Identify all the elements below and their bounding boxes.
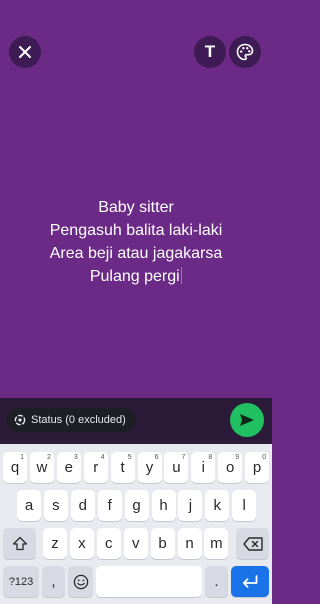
backspace-key[interactable]: [236, 528, 269, 559]
key-z[interactable]: z: [43, 528, 67, 559]
key-label: t: [120, 459, 125, 476]
key-u[interactable]: u7: [164, 452, 189, 483]
key-label: e: [64, 459, 73, 476]
key-s[interactable]: s: [43, 490, 68, 521]
key-label: q: [10, 459, 20, 476]
emoji-icon: [73, 574, 88, 589]
key-e[interactable]: e3: [56, 452, 81, 483]
key-label: o: [226, 459, 235, 476]
symbols-key-label: ?123: [8, 575, 34, 588]
backspace-icon: [242, 536, 263, 551]
key-a[interactable]: a: [17, 490, 41, 521]
key-label: p: [252, 459, 262, 476]
status-chip-label: Status (0 excluded): [31, 414, 126, 426]
key-label: y: [145, 459, 154, 476]
send-icon: [240, 414, 254, 426]
space-key[interactable]: [96, 566, 202, 597]
comma-key[interactable]: ,: [42, 566, 65, 597]
key-p[interactable]: p0: [245, 452, 270, 483]
key-hint-number: 1: [20, 454, 24, 461]
status-text-line: Baby sitter: [98, 199, 174, 216]
enter-key[interactable]: [231, 566, 269, 597]
status-privacy-chip[interactable]: Status (0 excluded): [6, 408, 136, 432]
key-b[interactable]: b: [150, 528, 175, 559]
close-icon: [19, 46, 31, 58]
key-v[interactable]: v: [123, 528, 148, 559]
emoji-key[interactable]: [68, 566, 93, 597]
key-hint-number: 7: [181, 454, 186, 461]
key-r[interactable]: r4: [83, 452, 108, 483]
status-canvas[interactable]: T Baby sitter Pengasuh balita laki-laki …: [0, 0, 272, 398]
status-text-line: Pulang pergi: [89, 268, 180, 285]
symbols-key[interactable]: ?123: [3, 566, 39, 597]
shift-key[interactable]: [3, 528, 36, 559]
key-hint-number: 2: [46, 454, 51, 461]
key-o[interactable]: o9: [218, 452, 243, 483]
key-f[interactable]: f: [97, 490, 122, 521]
key-hint-number: 5: [127, 454, 132, 461]
key-k[interactable]: k: [205, 490, 230, 521]
key-l[interactable]: l: [232, 490, 257, 521]
key-j[interactable]: j: [178, 490, 203, 521]
keyboard: q1w2e3r4t5y6u7i8o9p0 asdfghjkl zxcvbnm ?…: [0, 444, 272, 604]
shift-icon: [12, 536, 27, 551]
key-hint-number: 9: [235, 454, 240, 461]
key-g[interactable]: g: [124, 490, 149, 521]
enter-icon: [242, 574, 258, 588]
key-c[interactable]: c: [96, 528, 121, 559]
key-m[interactable]: m: [204, 528, 229, 559]
key-label: w: [36, 459, 48, 476]
palette-icon: [236, 43, 254, 61]
key-y[interactable]: y6: [137, 452, 162, 483]
status-text[interactable]: Baby sitter Pengasuh balita laki-laki Ar…: [0, 196, 272, 288]
text-caret: [180, 267, 183, 284]
text-tool-button[interactable]: T: [194, 36, 226, 68]
key-label: r: [93, 459, 99, 476]
period-key[interactable]: .: [205, 566, 228, 597]
key-q[interactable]: q1: [3, 452, 27, 483]
send-button[interactable]: [230, 403, 264, 437]
key-i[interactable]: i8: [191, 452, 216, 483]
comma-key-label: ,: [51, 573, 56, 590]
status-text-line: Area beji atau jagakarsa: [49, 245, 223, 262]
close-button[interactable]: [9, 36, 41, 68]
key-label: u: [172, 459, 181, 476]
key-label: i: [201, 459, 205, 476]
text-tool-label: T: [204, 42, 216, 61]
key-hint-number: 0: [262, 454, 267, 461]
status-ring-icon: [14, 414, 26, 426]
key-x[interactable]: x: [69, 528, 94, 559]
footer-bar: Status (0 excluded): [0, 398, 272, 444]
key-h[interactable]: h: [151, 490, 176, 521]
key-hint-number: 3: [73, 454, 78, 461]
key-n[interactable]: n: [177, 528, 202, 559]
key-hint-number: 8: [208, 454, 213, 461]
key-t[interactable]: t5: [110, 452, 135, 483]
key-d[interactable]: d: [70, 490, 95, 521]
period-key-label: .: [214, 573, 219, 590]
key-hint-number: 4: [100, 454, 105, 461]
key-w[interactable]: w2: [29, 452, 54, 483]
key-hint-number: 6: [154, 454, 159, 461]
status-text-line: Pengasuh balita laki-laki: [49, 222, 223, 239]
palette-button[interactable]: [229, 36, 261, 68]
